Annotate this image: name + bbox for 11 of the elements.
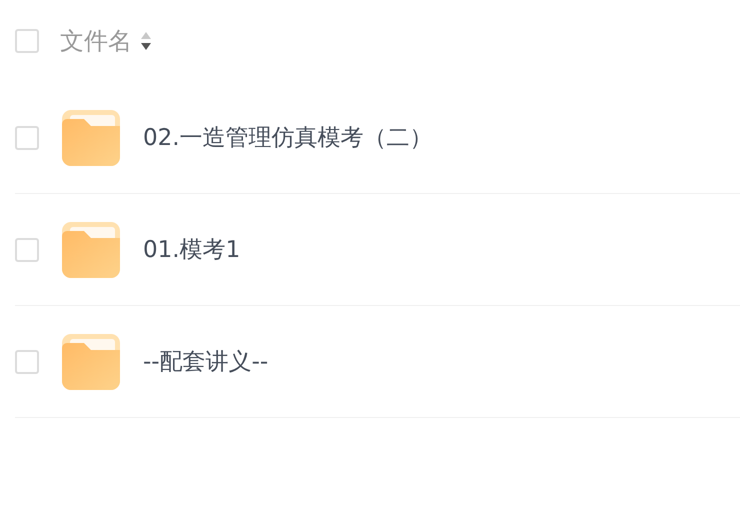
row-checkbox[interactable] xyxy=(15,126,39,150)
folder-icon xyxy=(62,110,120,166)
row-checkbox[interactable] xyxy=(15,238,39,262)
row-checkbox[interactable] xyxy=(15,350,39,374)
folder-name[interactable]: 02.一造管理仿真模考（二） xyxy=(143,122,433,153)
folder-icon xyxy=(62,222,120,278)
folder-name[interactable]: --配套讲义-- xyxy=(143,346,268,377)
folder-icon xyxy=(62,334,120,390)
sort-icon[interactable] xyxy=(140,30,152,52)
folder-name[interactable]: 01.模考1 xyxy=(143,234,240,265)
select-all-checkbox[interactable] xyxy=(15,29,39,53)
